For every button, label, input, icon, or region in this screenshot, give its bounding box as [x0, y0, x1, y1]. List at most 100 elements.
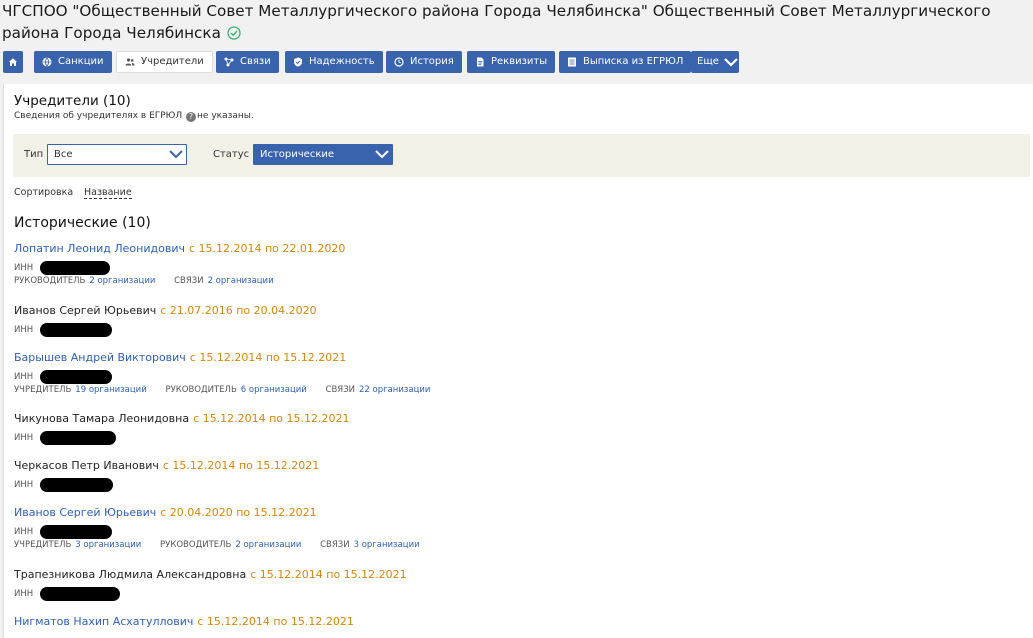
- relations-row: Руководитель 2 организации Связи 2 организ…: [14, 275, 1014, 287]
- tab-connections[interactable]: Связи: [216, 51, 279, 73]
- page-header: ЧГСПОО "Общественный Совет Металлургичес…: [0, 0, 1033, 48]
- tab-connections-label: Связи: [240, 56, 271, 67]
- sort-label: Сортировка: [14, 187, 74, 198]
- inn-row: ИНН: [14, 587, 1014, 601]
- founder-period: с 15.12.2014 по 15.12.2021: [193, 412, 350, 425]
- verified-check-icon: [227, 24, 241, 46]
- tab-history[interactable]: История: [386, 51, 462, 73]
- chevron-down-icon: [374, 147, 390, 168]
- relation-link[interactable]: 19 организаций: [75, 385, 146, 395]
- founder-name: Чикунова Тамара Леонидовна: [14, 412, 190, 425]
- list-item: Чикунова Тамара Леонидовна с 15.12.2014 п…: [14, 412, 1014, 445]
- relation-link[interactable]: 3 организации: [354, 540, 420, 550]
- founder-period: с 15.12.2014 по 22.01.2020: [188, 242, 346, 255]
- home-button[interactable]: [3, 51, 23, 73]
- list-item: Лопатин Леонид Леонидович с 15.12.2014 по…: [14, 242, 1014, 287]
- tab-requisites[interactable]: Реквизиты: [467, 51, 556, 73]
- inn-label: ИНН: [14, 589, 34, 599]
- founder-name-link[interactable]: Барышев Андрей Викторович: [14, 351, 186, 364]
- inn-redaction: [40, 431, 116, 445]
- list-item: Нигматов Нахип Асхатуллович с 15.12.2014 …: [14, 615, 1014, 629]
- page-title: ЧГСПОО "Общественный Совет Металлургичес…: [2, 0, 1022, 46]
- relation-link[interactable]: 3 организации: [75, 540, 141, 550]
- tab-founders-label: Учредители: [141, 56, 204, 67]
- sort-by-name-link[interactable]: Название: [84, 187, 132, 199]
- relation-link[interactable]: 2 организации: [235, 540, 301, 550]
- relation-label: Учредитель: [14, 385, 72, 395]
- founder-period: с 15.12.2014 по 15.12.2021: [250, 568, 407, 581]
- relation-label: Руководитель: [14, 276, 86, 286]
- inn-redaction: [40, 525, 112, 539]
- list-item: Иванов Сергей Юрьевич с 20.04.2020 по 15.…: [14, 506, 1014, 551]
- tab-history-label: История: [410, 56, 454, 67]
- founders-subtitle: Сведения об учредителях в ЕГРЮЛ ? не указ…: [14, 111, 254, 122]
- founder-period: с 21.07.2016 по 20.04.2020: [160, 304, 317, 317]
- tab-egrul-extract[interactable]: Выписка из ЕГРЮЛ: [559, 51, 692, 73]
- founder-name-link[interactable]: Иванов Сергей Юрьевич: [14, 506, 156, 519]
- founder-name-link[interactable]: Нигматов Нахип Асхатуллович: [14, 615, 193, 628]
- inn-redaction: [40, 478, 113, 492]
- inn-redaction: [40, 370, 112, 384]
- founder-name-link[interactable]: Лопатин Леонид Леонидович: [14, 242, 185, 255]
- status-filter-select[interactable]: Исторические: [253, 144, 393, 165]
- inn-label: ИНН: [14, 480, 34, 490]
- home-icon: [8, 57, 18, 67]
- globe-icon: [42, 57, 52, 67]
- type-filter-value: Все: [54, 149, 73, 160]
- inn-row: ИНН: [14, 323, 1014, 337]
- relation-link[interactable]: 6 организаций: [241, 385, 307, 395]
- historic-heading: Исторические (10): [14, 215, 151, 231]
- tab-reliability[interactable]: Надежность: [285, 51, 383, 73]
- company-name: ЧГСПОО "Общественный Совет Металлургичес…: [2, 2, 991, 42]
- tab-founders[interactable]: Учредители: [116, 51, 213, 73]
- list-item: Иванов Сергей Юрьевич с 21.07.2016 по 20.…: [14, 304, 1014, 337]
- more-button[interactable]: Еще: [691, 51, 739, 73]
- chevron-down-icon: [168, 147, 184, 168]
- tab-egrul-extract-label: Выписка из ЕГРЮЛ: [583, 56, 684, 67]
- founder-period: с 15.12.2014 по 15.12.2021: [197, 615, 354, 628]
- inn-label: ИНН: [14, 527, 34, 537]
- list-item: Барышев Андрей Викторович с 15.12.2014 по…: [14, 351, 1014, 396]
- list-item: Черкасов Петр Иванович с 15.12.2014 по 15…: [14, 459, 1014, 492]
- founder-name: Черкасов Петр Иванович: [14, 459, 159, 472]
- people-icon: [125, 57, 135, 67]
- relation-label: Руководитель: [165, 385, 237, 395]
- inn-row: ИНН: [14, 431, 1014, 445]
- founder-name: Трапезникова Людмила Александровна: [14, 568, 247, 581]
- network-icon: [224, 57, 234, 67]
- tab-sanctions-label: Санкции: [58, 56, 104, 67]
- relation-link[interactable]: 2 организации: [208, 276, 274, 286]
- clock-icon: [394, 57, 404, 67]
- more-button-label: Еще: [697, 56, 719, 67]
- inn-row: ИНН: [14, 370, 1014, 384]
- type-filter-select[interactable]: Все: [47, 144, 187, 165]
- info-icon[interactable]: ?: [186, 112, 197, 122]
- founder-period: с 20.04.2020 по 15.12.2021: [160, 506, 317, 519]
- document-icon: [475, 57, 485, 67]
- inn-label: ИНН: [14, 433, 34, 443]
- chevron-down-icon: [723, 56, 739, 68]
- founders-subtitle-text: Сведения об учредителях в ЕГРЮЛ: [14, 111, 183, 121]
- inn-label: ИНН: [14, 325, 34, 335]
- relation-link[interactable]: 22 организации: [359, 385, 430, 395]
- inn-row: ИНН: [14, 478, 1014, 492]
- relation-label: Связи: [320, 540, 350, 550]
- founders-heading: Учредители (10): [14, 93, 131, 109]
- filter-bar: Тип Все Статус Исторические: [13, 134, 1030, 177]
- founder-period: с 15.12.2014 по 15.12.2021: [162, 459, 320, 472]
- list-item: Трапезникова Людмила Александровна с 15.1…: [14, 568, 1014, 601]
- relation-link[interactable]: 2 организации: [89, 276, 155, 286]
- founder-name: Иванов Сергей Юрьевич: [14, 304, 157, 317]
- inn-label: ИНН: [14, 372, 34, 382]
- status-filter-label: Статус: [213, 149, 250, 160]
- relations-row: Учредитель 19 организаций Руководитель 6 о…: [14, 384, 1014, 396]
- inn-redaction: [40, 323, 112, 337]
- type-filter-label: Тип: [24, 149, 44, 160]
- founder-period: с 15.12.2014 по 15.12.2021: [189, 351, 347, 364]
- shield-icon: [293, 57, 303, 67]
- list-icon: [567, 57, 577, 67]
- tab-sanctions[interactable]: Санкции: [34, 51, 112, 73]
- relations-row: Учредитель 3 организации Руководитель 2 ор…: [14, 539, 1014, 551]
- founders-subtitle-tail: не указаны.: [197, 111, 254, 121]
- tab-reliability-label: Надежность: [309, 56, 375, 67]
